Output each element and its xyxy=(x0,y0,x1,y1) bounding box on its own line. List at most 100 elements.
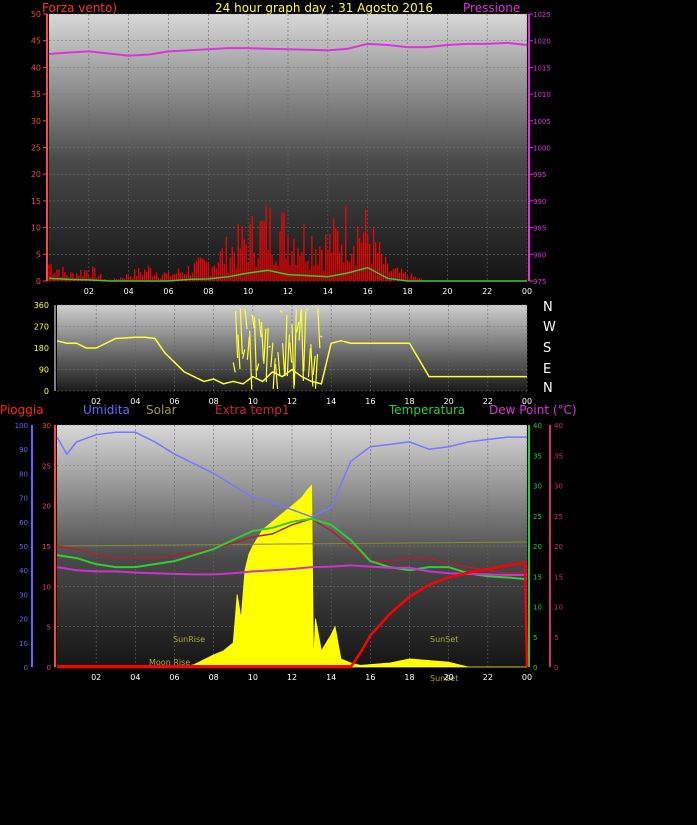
direction-segment xyxy=(305,308,309,311)
y-left-tick-label: 360 xyxy=(34,301,49,310)
y-right-tick-label: 1000 xyxy=(533,145,551,153)
y-left-tick-label: 0 xyxy=(44,387,49,396)
chart-title: 24 hour graph day : 31 Agosto 2016 xyxy=(215,1,433,15)
x-tick-label: 18 xyxy=(404,397,414,406)
x-tick-label: 04 xyxy=(124,287,134,296)
x-tick-label: 16 xyxy=(365,397,375,406)
y-left-tick-label: 270 xyxy=(34,323,49,332)
y-right-tick-label: 980 xyxy=(533,251,546,259)
y-tick-label: 60 xyxy=(19,519,28,527)
x-tick-label: 18 xyxy=(404,673,414,682)
y-tick-label: 0 xyxy=(47,664,51,672)
y-tick-label: 5 xyxy=(47,624,51,632)
y-tick-label: 20 xyxy=(42,503,51,511)
y-tick-label: 30 xyxy=(42,422,51,430)
x-tick-label: 00 xyxy=(522,673,532,682)
dir-label-n-bottom: N xyxy=(543,381,553,396)
x-tick-label: 12 xyxy=(283,287,293,296)
wind-axis-title: Forza vento) xyxy=(42,1,117,15)
y-tick-label: 35 xyxy=(533,452,542,460)
y-tick-label: 40 xyxy=(19,567,28,575)
x-tick-label: 20 xyxy=(444,673,454,682)
x-tick-label: 12 xyxy=(287,397,297,406)
y-tick-label: 90 xyxy=(19,446,28,454)
y-left-tick-label: 180 xyxy=(34,344,49,353)
y-right-tick-label: 995 xyxy=(533,171,546,179)
y-right-tick-label: 990 xyxy=(533,198,546,206)
legend-dew-point: Dew Point (°C) xyxy=(489,403,577,417)
y-tick-label: 30 xyxy=(533,483,542,491)
y-right-tick-label: 1005 xyxy=(533,118,551,126)
x-tick-label: 14 xyxy=(326,397,336,406)
y-tick-label: 25 xyxy=(554,513,563,521)
x-tick-label: 08 xyxy=(203,287,213,296)
y-left-tick-label: 0 xyxy=(36,277,41,286)
y-tick-label: 15 xyxy=(533,573,542,581)
x-tick-label: 16 xyxy=(365,673,375,682)
x-tick-label: 18 xyxy=(402,287,412,296)
x-tick-label: 06 xyxy=(169,397,179,406)
x-tick-label: 10 xyxy=(243,287,253,296)
x-tick-label: 20 xyxy=(442,287,452,296)
y-left-tick-label: 40 xyxy=(31,63,41,72)
dir-label-s: S xyxy=(543,341,551,356)
y-tick-label: 10 xyxy=(533,604,542,612)
x-tick-label: 04 xyxy=(130,673,140,682)
x-tick-label: 12 xyxy=(287,673,297,682)
x-tick-label: 02 xyxy=(84,287,94,296)
x-tick-label: 22 xyxy=(483,397,493,406)
x-tick-label: 22 xyxy=(482,287,492,296)
y-tick-label: 40 xyxy=(554,422,563,430)
y-tick-label: 50 xyxy=(19,543,28,551)
x-tick-label: 02 xyxy=(91,397,101,406)
x-tick-label: 14 xyxy=(323,287,333,296)
y-tick-label: 15 xyxy=(42,543,51,551)
legend-umidita: Umidita xyxy=(83,403,130,417)
y-right-tick-label: 1025 xyxy=(533,11,551,19)
y-tick-label: 10 xyxy=(42,583,51,591)
y-tick-label: 20 xyxy=(554,543,563,551)
y-left-tick-label: 15 xyxy=(31,197,41,206)
y-tick-label: 5 xyxy=(554,634,558,642)
dir-label-w: W xyxy=(543,320,556,335)
dir-label-e: E xyxy=(543,362,551,377)
y-right-tick-label: 1010 xyxy=(533,91,551,99)
y-tick-label: 40 xyxy=(533,422,542,430)
y-tick-label: 0 xyxy=(554,664,558,672)
y-tick-label: 30 xyxy=(554,483,563,491)
x-tick-label: 10 xyxy=(248,673,258,682)
y-tick-label: 10 xyxy=(554,604,563,612)
x-tick-label: 22 xyxy=(483,673,493,682)
y-right-tick-label: 975 xyxy=(533,278,546,286)
x-tick-label: 08 xyxy=(209,397,219,406)
x-tick-label: 20 xyxy=(444,397,454,406)
dir-label-n-top: N xyxy=(543,300,553,315)
x-tick-label: 14 xyxy=(326,673,336,682)
legend-pioggia: Pioggia xyxy=(0,403,44,417)
y-left-tick-label: 35 xyxy=(31,90,41,99)
x-tick-label: 06 xyxy=(163,287,173,296)
y-tick-label: 100 xyxy=(15,422,28,430)
y-tick-label: 5 xyxy=(533,634,537,642)
y-left-tick-label: 25 xyxy=(31,144,41,153)
y-tick-label: 80 xyxy=(19,470,28,478)
x-tick-label: 02 xyxy=(91,673,101,682)
y-right-tick-label: 1015 xyxy=(533,64,551,72)
x-tick-label: 04 xyxy=(130,397,140,406)
pressure-axis-title: Pressione xyxy=(463,1,520,15)
y-tick-label: 70 xyxy=(19,495,28,503)
y-tick-label: 20 xyxy=(533,543,542,551)
y-left-tick-label: 20 xyxy=(31,170,41,179)
annotation-sunset-1: SunSet xyxy=(430,635,458,644)
y-left-tick-label: 10 xyxy=(31,224,41,233)
y-tick-label: 25 xyxy=(533,513,542,521)
y-left-tick-label: 30 xyxy=(31,117,41,126)
y-left-tick-label: 90 xyxy=(39,366,49,375)
x-tick-label: 10 xyxy=(248,397,258,406)
y-right-tick-label: 1020 xyxy=(533,38,551,46)
y-tick-label: 0 xyxy=(24,664,28,672)
x-tick-label: 00 xyxy=(522,287,532,296)
y-tick-label: 15 xyxy=(554,573,563,581)
y-left-tick-label: 5 xyxy=(36,250,41,259)
x-tick-label: 06 xyxy=(169,673,179,682)
